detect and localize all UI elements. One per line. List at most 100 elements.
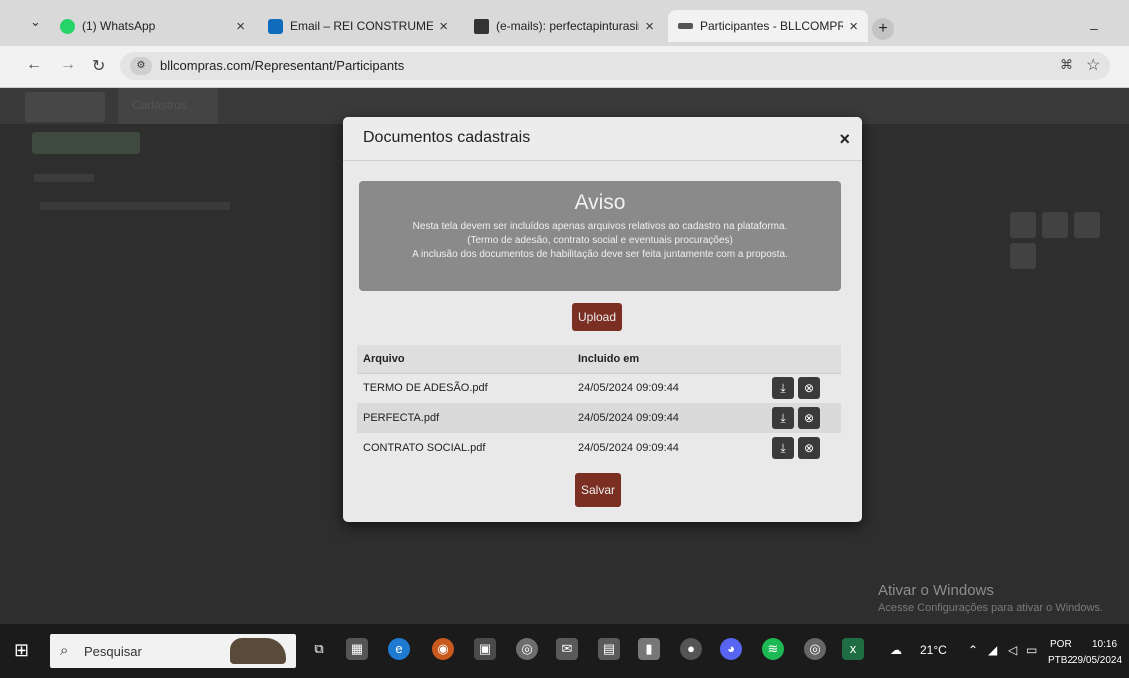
url-bar[interactable]: ⚙ bllcompras.com/Representant/Participan… [120,52,1110,80]
alert-line: A inclusão dos documentos de habilitação… [412,249,788,260]
task-view-icon[interactable]: ⧉ [308,638,330,660]
excel-icon[interactable]: x [842,638,864,660]
chrome-icon[interactable]: ◎ [516,638,538,660]
translate-icon[interactable]: ⌘ [1060,57,1073,73]
weather-icon[interactable]: ☁ [890,643,902,657]
aviso-alert: Aviso Nesta tela devem ser incluídos ape… [359,181,841,291]
close-tab-icon[interactable]: × [849,18,858,35]
close-icon[interactable]: × [839,129,850,150]
activation-watermark-subtitle: Acesse Configurações para ativar o Windo… [878,602,1103,614]
store-icon[interactable]: ▣ [474,638,496,660]
app-icon[interactable]: ● [680,638,702,660]
chrome-active-icon[interactable]: ◎ [804,638,826,660]
calendar-app-icon[interactable]: ▦ [346,638,368,660]
page-icon-button [1042,212,1068,238]
tab-participantes[interactable]: Participantes - BLLCOMPRAS × [668,10,868,42]
file-name: TERMO DE ADESÃO.pdf [363,382,488,395]
windows-taskbar: ⊞ ⌕ Pesquisar ⧉ ▦ e ◉ ▣ ◎ ✉ ▤ ▮ ● ◕ ≋ ◎ … [0,624,1129,678]
modal-title: Documentos cadastrais [363,129,531,146]
search-placeholder: Pesquisar [84,644,142,659]
mail-app-icon[interactable]: ✉ [556,638,578,660]
alert-line: Nesta tela devem ser incluídos apenas ar… [412,221,788,232]
edge-icon[interactable]: e [388,638,410,660]
page-label [34,174,94,182]
file-date: 24/05/2024 09:09:44 [578,442,679,454]
tab-search-chevron-icon[interactable]: ⌄ [30,14,41,30]
mail-icon [474,18,489,34]
volume-icon[interactable]: ◁ [1008,643,1017,657]
clock-date[interactable]: 29/05/2024 [1072,655,1122,666]
close-tab-icon[interactable]: × [645,18,654,35]
column-header-arquivo: Arquivo [357,345,572,374]
document-icon[interactable]: ▮ [638,638,660,660]
download-icon[interactable]: ⤓ [772,407,794,429]
page-icon-button [1010,212,1036,238]
keyboard-layout[interactable]: PTB2 [1048,655,1073,666]
reload-icon[interactable]: ↻ [92,56,105,76]
language-indicator[interactable]: POR [1050,639,1072,650]
modal-header: Documentos cadastrais × [343,117,862,161]
delete-icon[interactable]: ⊗ [798,437,820,459]
files-table: Arquivo Incluido em TERMO DE ADESÃO.pdf … [357,345,841,463]
address-bar-row: ← → ↻ ⚙ bllcompras.com/Representant/Part… [0,46,1129,88]
discord-icon[interactable]: ◕ [720,638,742,660]
page-menu-cadastros: Cadastros [118,88,218,124]
forward-icon[interactable]: → [60,56,76,74]
search-highlight-image [230,638,286,664]
url-text[interactable]: bllcompras.com/Representant/Participants [160,58,404,73]
table-row: PERFECTA.pdf 24/05/2024 09:09:44 ⤓ ⊗ [357,403,841,433]
network-icon[interactable]: ◢ [988,643,997,657]
back-icon[interactable]: ← [26,56,42,74]
browser-tab-bar: ⌄ (1) WhatsApp × Email – REI CONSTRUMETA… [0,0,1129,46]
calculator-icon[interactable]: ▤ [598,638,620,660]
close-tab-icon[interactable]: × [236,18,245,35]
page-icon-button [1010,243,1036,269]
delete-icon[interactable]: ⊗ [798,377,820,400]
file-name: CONTRATO SOCIAL.pdf [363,442,486,454]
download-icon[interactable]: ⤓ [772,377,794,400]
page-menu-label: Cadastros [132,98,187,112]
upload-button[interactable]: Upload [572,303,622,331]
delete-icon[interactable]: ⊗ [798,407,820,429]
minimize-icon[interactable]: – [1090,20,1098,36]
tab-emails[interactable]: (e-mails): perfectapinturasind@ × [464,10,664,42]
bookmark-star-icon[interactable]: ☆ [1086,55,1100,75]
weather-temp[interactable]: 21°C [920,643,947,657]
outlook-icon [268,18,283,34]
clock-time[interactable]: 10:16 [1092,639,1117,650]
file-date: 24/05/2024 09:09:44 [572,403,762,433]
bll-logo [25,92,105,122]
row-actions: ⤓ ⊗ [762,403,841,433]
tab-title: Participantes - BLLCOMPRAS [700,19,844,33]
alert-line: (Termo de adesão, contrato social e even… [467,235,733,246]
download-icon[interactable]: ⤓ [772,437,794,459]
battery-icon[interactable]: ▭ [1026,643,1037,657]
tab-title: Email – REI CONSTRUMETAL – ( [290,19,434,33]
tray-chevron-icon[interactable]: ⌃ [968,643,978,657]
table-row: TERMO DE ADESÃO.pdf 24/05/2024 09:09:44 … [357,373,841,403]
firefox-icon[interactable]: ◉ [432,638,454,660]
close-tab-icon[interactable]: × [439,18,448,35]
whatsapp-icon [60,18,75,34]
windows-start-icon[interactable]: ⊞ [14,640,29,661]
tab-email-outlook[interactable]: Email – REI CONSTRUMETAL – ( × [258,10,458,42]
taskbar-search[interactable]: ⌕ Pesquisar [50,634,296,668]
new-tab-button[interactable]: + [872,18,894,40]
alert-title: Aviso [574,191,626,214]
file-name: PERFECTA.pdf [357,403,572,433]
page-icon-buttons [1010,212,1129,274]
tab-whatsapp[interactable]: (1) WhatsApp × [50,10,255,42]
tab-title: (1) WhatsApp [82,19,156,33]
search-icon: ⌕ [60,642,69,659]
column-header-actions [762,345,841,374]
file-date: 24/05/2024 09:09:44 [578,382,679,395]
row-actions: ⤓ ⊗ [762,433,841,463]
site-info-icon[interactable]: ⚙ [130,57,152,75]
activation-watermark-title: Ativar o Windows [878,582,994,599]
tab-title: (e-mails): perfectapinturasind@ [496,19,639,33]
table-row: CONTRATO SOCIAL.pdf 24/05/2024 09:09:44 … [357,433,841,463]
spotify-icon[interactable]: ≋ [762,638,784,660]
row-actions: ⤓ ⊗ [762,373,841,403]
bll-logo-icon [678,23,693,29]
save-button[interactable]: Salvar [575,473,621,507]
